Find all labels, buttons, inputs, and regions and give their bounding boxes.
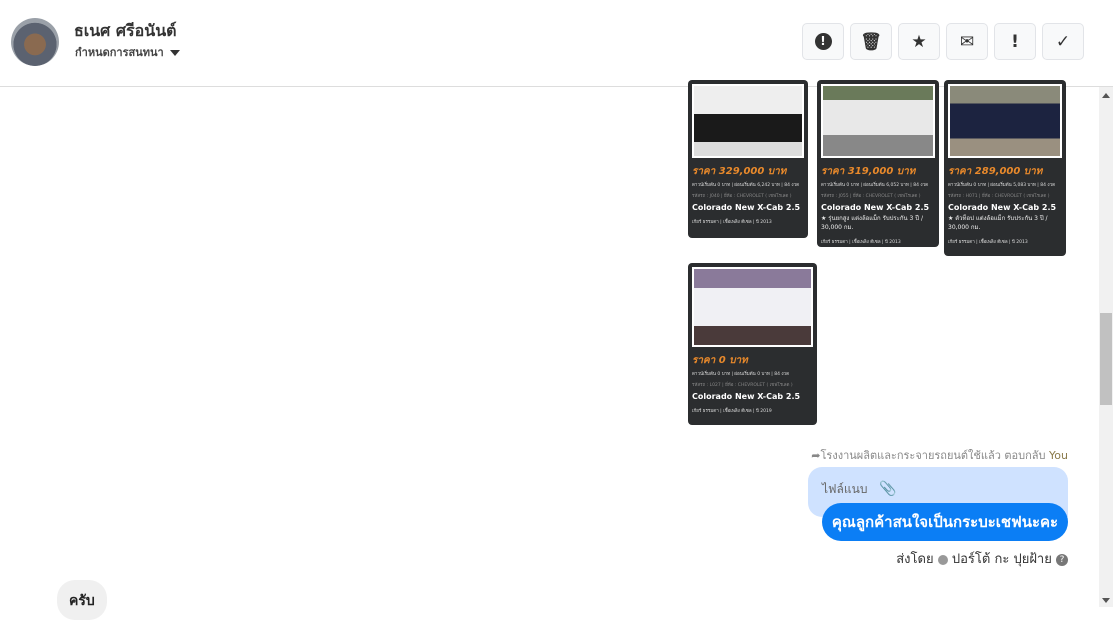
avatar[interactable] [11,18,59,66]
car-card[interactable]: ราคา 0 บาท ดาวน์เริ่มต้น 0 บาท | ผ่อนเริ… [688,263,817,425]
sent-by: ส่งโดย ปอร์โต้ กะ ปุยฝ้าย ? [896,548,1068,569]
contact-name: ธเนศ ศรีอนันต์ [74,21,177,40]
car-title: Colorado New X-Cab 2.5 [948,203,1057,212]
car-title: Colorado New X-Cab 2.5 [821,203,930,212]
conversation-settings-dropdown[interactable]: กำหนดการสนทนา [75,43,180,61]
car-title: Colorado New X-Cab 2.5 [692,392,801,401]
exclamation-icon: ! [1011,31,1019,52]
car-price: ราคา 329,000 บาท [692,166,787,177]
scrollbar-thumb[interactable] [1100,313,1112,405]
mark-unread-button[interactable]: ✉ [946,23,988,60]
car-footer: เกียร์ ธรรมดา | เชื้อเพลิง ดีเซล | ปี 20… [692,409,772,414]
agent-status-icon [937,554,948,565]
car-description: ★ รุ่นยกสูง แต่งล้อแม็ก รับประกัน 3 ปี /… [821,215,923,231]
car-title: Colorado New X-Cab 2.5 [692,203,801,212]
help-icon[interactable]: ? [1056,553,1068,566]
delete-button[interactable]: 🗑 [850,23,892,60]
car-footer: เกียร์ ธรรมดา | เชื้อเพลิง ดีเซล | ปี 20… [692,220,772,225]
attachment-label: ไฟล์แนบ [822,482,868,496]
scroll-down-icon[interactable] [1102,598,1110,603]
car-price: ราคา 0 บาท [692,355,748,366]
car-image [692,267,813,347]
car-footer: เกียร์ ธรรมดา | เชื้อเพลิง ดีเซล | ปี 20… [821,240,901,245]
incoming-message: ครับ [57,580,107,620]
car-card[interactable]: ราคา 329,000 บาท ดาวน์เริ่มต้น 0 บาท | ผ… [688,80,808,238]
car-card[interactable]: ราคา 319,000 บาท ดาวน์เริ่มต้น 0 บาท | ผ… [817,80,939,247]
car-meta: รหัสรถ : J055 | ยี่ห้อ : CHEVROLET ( เชฟ… [821,194,921,199]
sender-name: ปอร์โต้ กะ ปุยฝ้าย [951,552,1052,567]
reply-you: You [1049,449,1068,462]
outgoing-message: คุณลูกค้าสนใจเป็นกระบะเชฟนะคะ [822,503,1068,541]
car-image [948,84,1062,158]
trash-icon: 🗑 [860,31,882,52]
star-icon: ★ [911,31,927,52]
scroll-up-icon[interactable] [1102,93,1110,98]
car-image [692,84,804,158]
car-terms: ดาวน์เริ่มต้น 0 บาท | ผ่อนเริ่มต้น 5,083… [948,183,1056,188]
star-button[interactable]: ★ [898,23,940,60]
report-button[interactable]: ! [802,23,844,60]
car-terms: ดาวน์เริ่มต้น 0 บาท | ผ่อนเริ่มต้น 6,242… [692,183,800,188]
car-description: ★ ตัวท็อป แต่งล้อแม็ก รับประกัน 3 ปี / 3… [948,215,1048,231]
car-meta: รหัสรถ : H071 | ยี่ห้อ : CHEVROLET ( เชฟ… [948,194,1050,199]
important-button[interactable]: ! [994,23,1036,60]
car-meta: รหัสรถ : L027 | ยี่ห้อ : CHEVROLET ( เชฟ… [692,383,793,388]
car-footer: เกียร์ ธรรมดา | เชื้อเพลิง ดีเซล | ปี 20… [948,240,1028,245]
car-meta: รหัสรถ : J040 | ยี่ห้อ : CHEVROLET ( เชฟ… [692,194,792,199]
paperclip-icon: 📎 [879,481,897,497]
envelope-icon: ✉ [959,31,975,52]
car-card[interactable]: ราคา 289,000 บาท ดาวน์เริ่มต้น 0 บาท | ผ… [944,80,1066,256]
car-price: ราคา 289,000 บาท [948,166,1043,177]
car-price: ราคา 319,000 บาท [821,166,916,177]
conversation-settings-label: กำหนดการสนทนา [75,46,164,59]
conversation-header: ธเนศ ศรีอนันต์ กำหนดการสนทนา ! 🗑 ★ ✉ ! ✓ [0,0,1113,87]
car-terms: ดาวน์เริ่มต้น 0 บาท | ผ่อนเริ่มต้น 0 บาท… [692,372,790,377]
resolve-button[interactable]: ✓ [1042,23,1084,60]
reply-icon: ➦ [811,449,821,462]
alert-circle-icon: ! [814,33,832,50]
reply-info: ➦โรงงานผลิตและกระจายรถยนต์ใช้แล้ว ตอบกลั… [811,446,1068,464]
car-image [821,84,935,158]
scrollbar[interactable] [1099,87,1113,607]
car-terms: ดาวน์เริ่มต้น 0 บาท | ผ่อนเริ่มต้น 6,052… [821,183,929,188]
reply-text: โรงงานผลิตและกระจายรถยนต์ใช้แล้ว ตอบกลับ [820,449,1046,462]
check-icon: ✓ [1055,31,1071,52]
caret-down-icon [169,50,180,56]
sent-by-label: ส่งโดย [896,552,934,567]
